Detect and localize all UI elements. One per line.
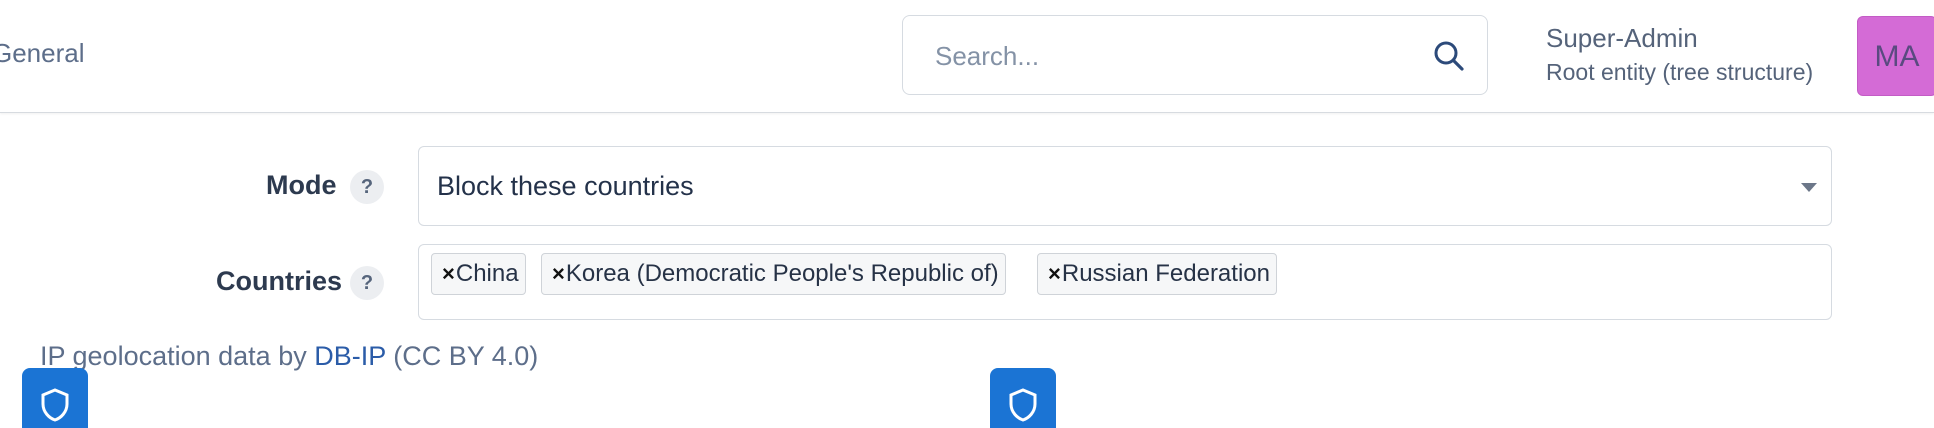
attribution-suffix: (CC BY 4.0) [385,341,539,371]
mode-label: Mode [266,170,337,200]
tag-remove-icon[interactable]: × [552,254,565,294]
mode-help-icon[interactable]: ? [350,170,384,204]
chevron-down-icon [1801,183,1817,192]
breadcrumb[interactable]: General [0,38,85,69]
attribution-prefix: IP geolocation data by [40,341,315,371]
search-box[interactable] [902,15,1488,95]
shield-icon [41,388,69,422]
mode-select[interactable]: Block these countries [418,146,1832,226]
tag-remove-icon[interactable]: × [1048,254,1061,294]
countries-multiselect[interactable]: ×China ×Korea (Democratic People's Repub… [418,244,1832,320]
tag-label: China [455,260,519,287]
shield-tab[interactable] [22,368,88,428]
countries-label: Countries [216,266,343,296]
tag-label: Korea (Democratic People's Republic of) [565,260,999,287]
search-icon[interactable] [1431,38,1467,74]
tag-label: Russian Federation [1061,260,1270,287]
country-tag-russia: ×Russian Federation [1037,253,1277,295]
shield-icon [1009,388,1037,422]
mode-select-value: Block these countries [437,171,694,201]
db-ip-link[interactable]: DB-IP [314,341,386,371]
avatar[interactable]: MA [1857,16,1934,96]
top-header-bar: General Super-Admin Root entity (tree st… [0,0,1934,113]
user-entity: Root entity (tree structure) [1546,59,1814,85]
countries-help-icon[interactable]: ? [350,266,384,300]
geolocation-attribution: IP geolocation data by DB-IP (CC BY 4.0) [40,341,538,372]
search-input[interactable] [933,38,1397,74]
user-name: Super-Admin [1546,23,1698,53]
tag-remove-icon[interactable]: × [442,254,455,294]
user-menu[interactable]: Super-Admin Root entity (tree structure) [1546,22,1813,88]
country-tag-korea: ×Korea (Democratic People's Republic of) [541,253,1006,295]
shield-tab[interactable] [990,368,1056,428]
country-tag-china: ×China [431,253,526,295]
